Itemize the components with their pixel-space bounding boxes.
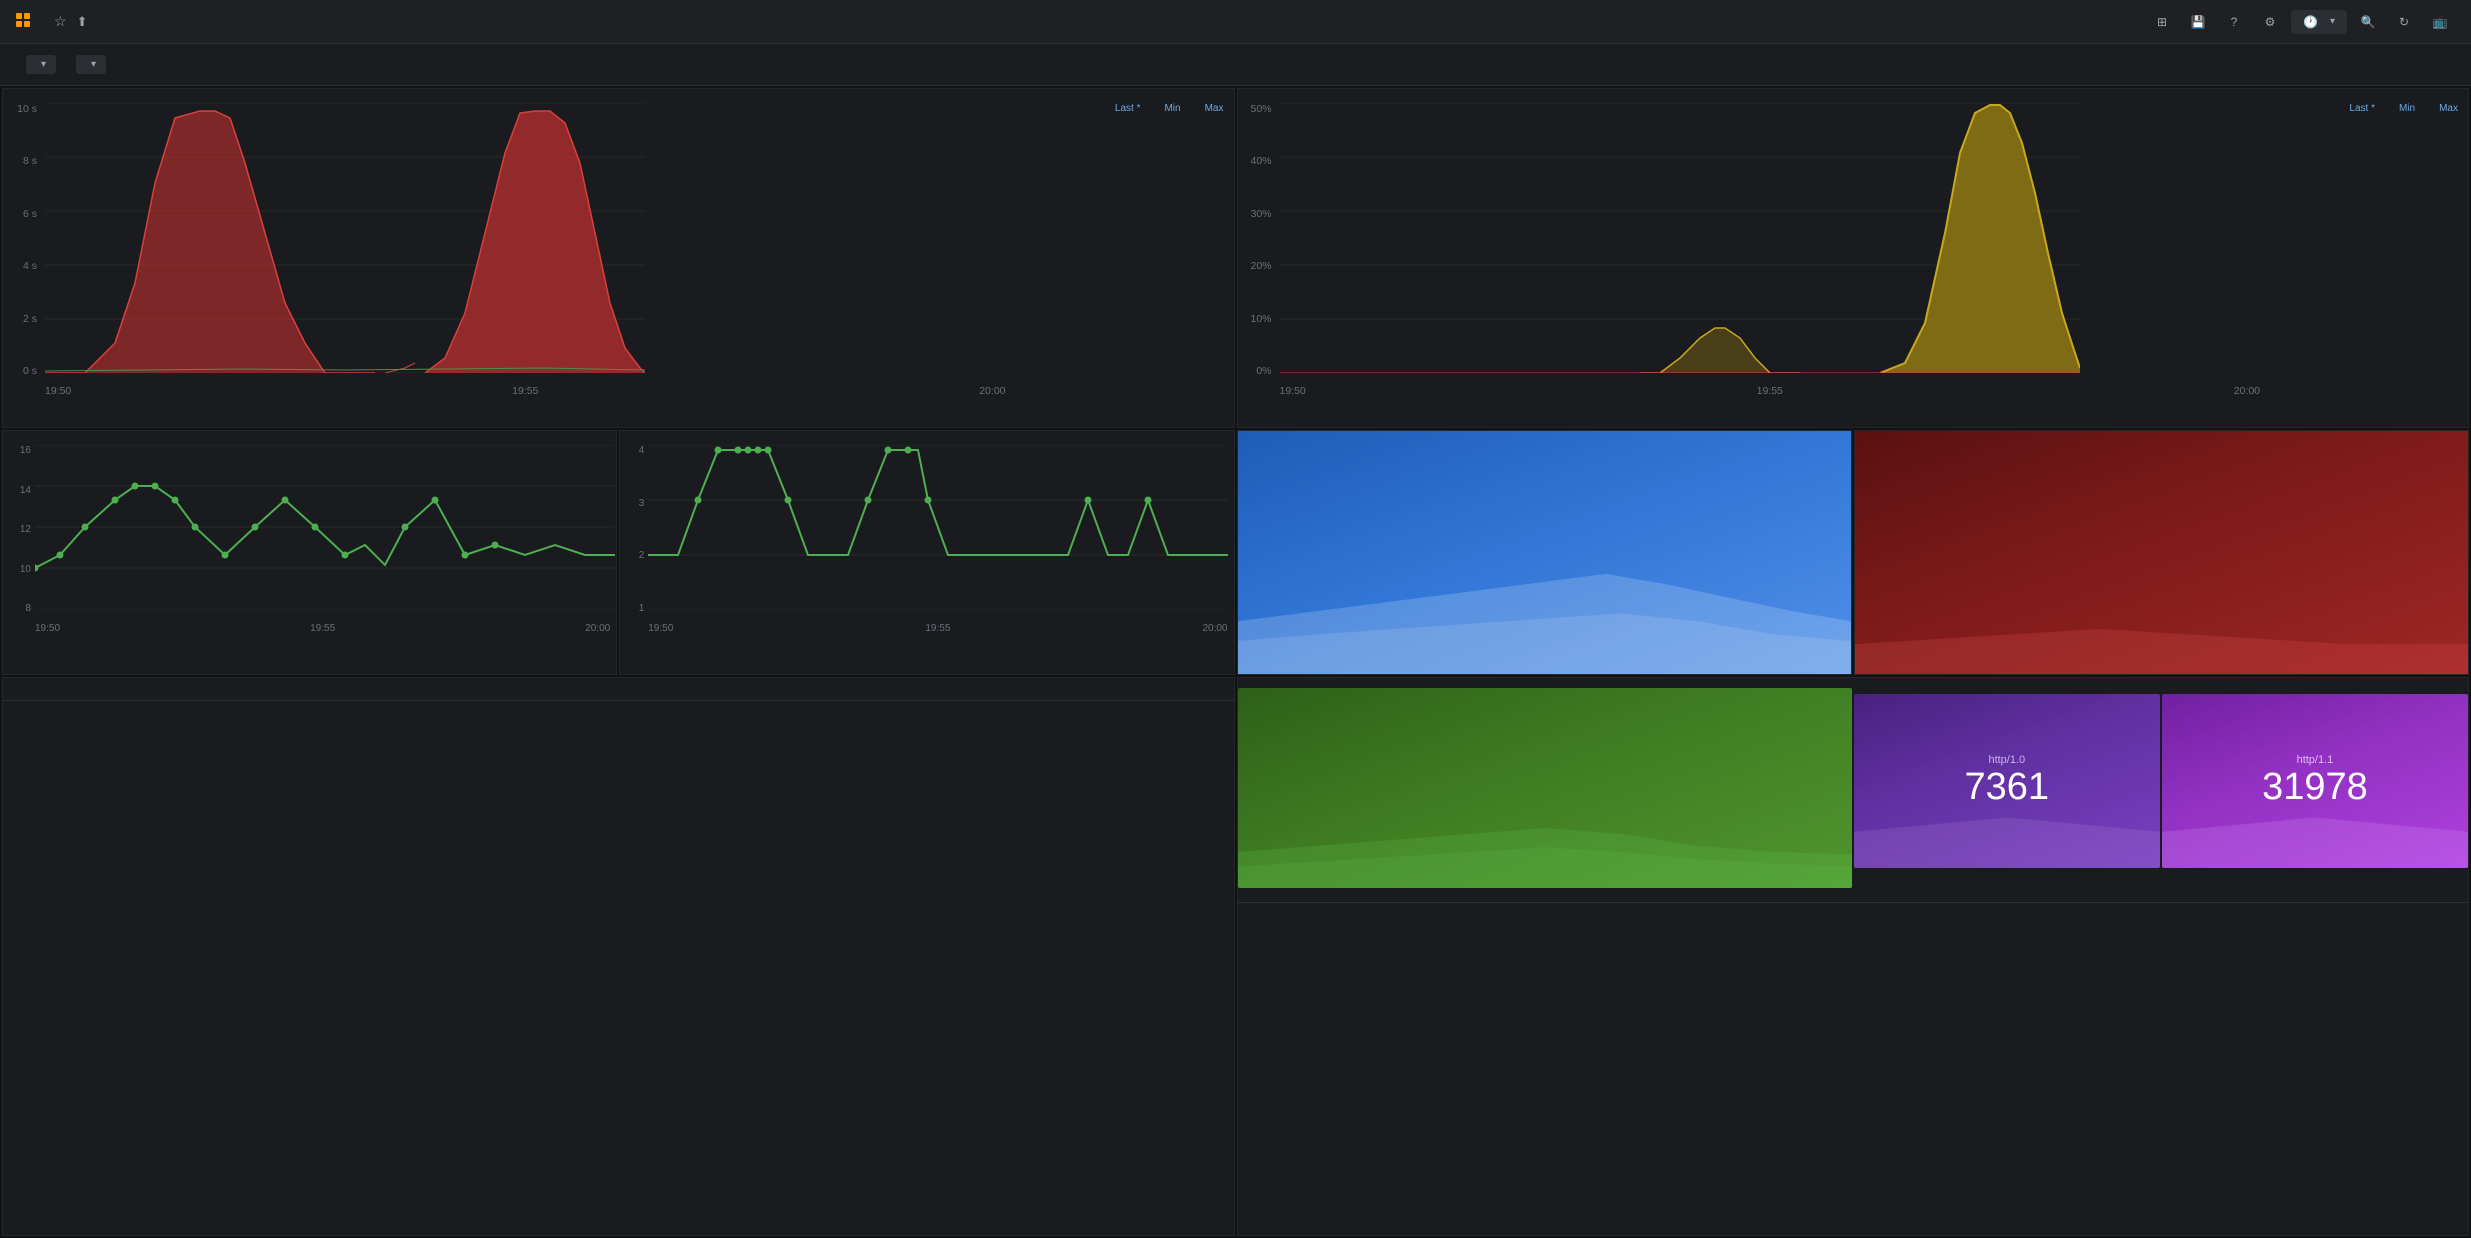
errors-rate-title bbox=[1238, 89, 2469, 99]
cr-chart bbox=[648, 445, 1228, 610]
topbar-left: ☆ ⬆ bbox=[16, 13, 87, 31]
settings-icon[interactable]: ⚙ bbox=[2255, 8, 2285, 36]
grafana-icon bbox=[16, 13, 34, 31]
clock-icon: 🕐 bbox=[2303, 15, 2318, 29]
current-connections-panel: 16 14 12 10 8 bbox=[2, 430, 617, 675]
rd-y-2s: 2 s bbox=[11, 313, 37, 325]
er-y-30: 30% bbox=[1246, 208, 1272, 220]
er-x-1950: 19:50 bbox=[1280, 385, 1306, 397]
http10-label: http/1.0 bbox=[1988, 754, 2025, 766]
cc-y-14: 14 bbox=[9, 485, 31, 496]
er-y-0: 0% bbox=[1246, 365, 1272, 377]
cc-chart bbox=[35, 445, 615, 610]
rd-y-4s: 4 s bbox=[11, 260, 37, 272]
requests-duration-panel: 10 s 8 s 6 s 4 s 2 s 0 s bbox=[2, 88, 1235, 428]
er-y-40: 40% bbox=[1246, 155, 1272, 167]
te-title bbox=[1855, 431, 2468, 441]
cc-title bbox=[3, 431, 616, 441]
er-y-50: 50% bbox=[1246, 103, 1272, 115]
http11-value: 31978 bbox=[2262, 766, 2368, 809]
save-dashboard-icon[interactable]: 💾 bbox=[2183, 8, 2213, 36]
cr-x-1950: 19:50 bbox=[648, 623, 673, 634]
cr-y-2: 2 bbox=[626, 550, 644, 561]
top-ep-title bbox=[3, 678, 1234, 688]
cc-y-8: 8 bbox=[9, 603, 31, 614]
topbar: ☆ ⬆ ⊞ 💾 ? ⚙ 🕐 ▾ 🔍 ↻ 📺 bbox=[0, 0, 2471, 44]
app-container: ☆ ⬆ ⊞ 💾 ? ⚙ 🕐 ▾ 🔍 ↻ 📺 ▾ ▾ bbox=[0, 0, 2471, 1238]
cr-x-2000: 20:00 bbox=[1202, 623, 1227, 634]
requests-secured-panel bbox=[1238, 688, 1852, 888]
cr-y-3: 3 bbox=[626, 498, 644, 509]
total-requests-panel bbox=[1237, 430, 1852, 675]
rd-y-0s: 0 s bbox=[11, 365, 37, 377]
requests-duration-title bbox=[3, 89, 1234, 99]
er-y-10: 10% bbox=[1246, 313, 1272, 325]
topbar-right: ⊞ 💾 ? ⚙ 🕐 ▾ 🔍 ↻ 📺 bbox=[2147, 8, 2455, 36]
rd-y-10s: 10 s bbox=[11, 103, 37, 115]
top-exc-endpoints-panel: http/1.0 7361 http/1.1 bbox=[1237, 677, 2470, 1236]
rd-y-8s: 8 s bbox=[11, 155, 37, 167]
total-exceptions-panel bbox=[1854, 430, 2469, 675]
cc-x-1950: 19:50 bbox=[35, 623, 60, 634]
cc-x-1955: 19:55 bbox=[310, 623, 335, 634]
kiosk-icon[interactable]: 📺 bbox=[2425, 8, 2455, 36]
cr-y-1: 1 bbox=[626, 603, 644, 614]
http11-label: http/1.1 bbox=[2297, 754, 2334, 766]
er-leg-h-min: Min bbox=[2399, 103, 2415, 114]
job-dropdown[interactable]: ▾ bbox=[26, 55, 56, 74]
current-requests-panel: 4 3 2 1 bbox=[619, 430, 1234, 675]
er-leg-h-max: Max bbox=[2439, 103, 2458, 114]
top-exc-title bbox=[1238, 678, 2469, 688]
er-leg-h-last: Last * bbox=[2349, 103, 2375, 114]
exc-ep-table-header bbox=[1238, 890, 2469, 903]
cc-y-12: 12 bbox=[9, 524, 31, 535]
http10-panel: http/1.0 7361 bbox=[1854, 694, 2160, 868]
cr-x-1955: 19:55 bbox=[925, 623, 950, 634]
rd-leg-h-last: Last * bbox=[1115, 103, 1141, 114]
rd-x-1955: 19:55 bbox=[512, 385, 538, 397]
share-icon[interactable]: ⬆ bbox=[77, 14, 88, 30]
er-x-2000: 20:00 bbox=[2234, 385, 2260, 397]
rd-x-1950: 19:50 bbox=[45, 385, 71, 397]
top-endpoints-panel bbox=[2, 677, 1235, 1236]
rd-y-6s: 6 s bbox=[11, 208, 37, 220]
errors-rate-panel: 50% 40% 30% 20% 10% 0% bbox=[1237, 88, 2470, 428]
time-chevron-icon: ▾ bbox=[2330, 16, 2335, 27]
cr-title bbox=[620, 431, 1233, 441]
rd-chart bbox=[45, 103, 645, 373]
rd-x-2000: 20:00 bbox=[979, 385, 1005, 397]
zoom-out-icon[interactable]: 🔍 bbox=[2353, 8, 2383, 36]
http-protocol-container: http/1.0 7361 http/1.1 bbox=[1854, 688, 2468, 888]
rd-leg-h-max: Max bbox=[1205, 103, 1224, 114]
cc-x-2000: 20:00 bbox=[585, 623, 610, 634]
tr-title bbox=[1238, 431, 1851, 441]
rd-leg-h-min: Min bbox=[1164, 103, 1180, 114]
instance-chevron-icon: ▾ bbox=[91, 59, 96, 70]
top-ep-table-header bbox=[3, 688, 1234, 701]
filter-bar: ▾ ▾ bbox=[0, 44, 2471, 86]
cc-y-16: 16 bbox=[9, 445, 31, 456]
time-range-picker[interactable]: 🕐 ▾ bbox=[2291, 10, 2347, 34]
er-y-20: 20% bbox=[1246, 260, 1272, 272]
cc-y-10: 10 bbox=[9, 564, 31, 575]
cr-y-4: 4 bbox=[626, 445, 644, 456]
er-chart bbox=[1280, 103, 2080, 373]
add-panel-icon[interactable]: ⊞ bbox=[2147, 8, 2177, 36]
http10-value: 7361 bbox=[1965, 766, 2050, 809]
instance-dropdown[interactable]: ▾ bbox=[76, 55, 106, 74]
er-x-1955: 19:55 bbox=[1757, 385, 1783, 397]
help-icon[interactable]: ? bbox=[2219, 8, 2249, 36]
refresh-icon[interactable]: ↻ bbox=[2389, 8, 2419, 36]
star-icon[interactable]: ☆ bbox=[54, 13, 67, 30]
http11-panel: http/1.1 31978 bbox=[2162, 694, 2468, 868]
job-chevron-icon: ▾ bbox=[41, 59, 46, 70]
